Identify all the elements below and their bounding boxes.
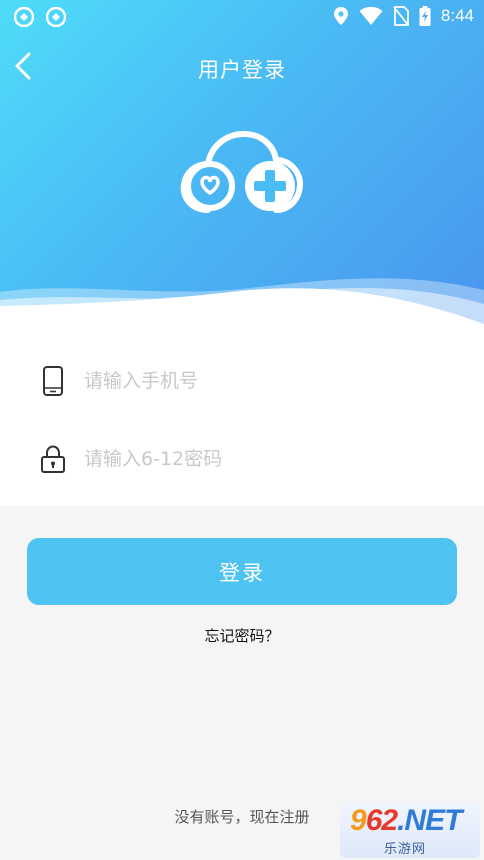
sync-icon	[46, 7, 66, 27]
phone-row	[0, 348, 484, 414]
watermark-subtitle: 乐游网	[384, 842, 427, 857]
lock-icon	[41, 445, 65, 473]
page-title: 用户登录	[198, 58, 286, 82]
location-icon	[333, 7, 348, 25]
status-time: 8:44	[440, 6, 474, 25]
watermark-part-c: .NET	[397, 804, 462, 837]
login-button[interactable]: 登录	[27, 538, 457, 605]
forgot-password-link[interactable]: 忘记密码？	[0, 625, 484, 646]
watermark-part-b: 62	[365, 804, 398, 837]
status-bar: 8:44	[0, 0, 484, 34]
header-banner: 8:44 用户登录	[0, 0, 484, 340]
watermark-text: 962.NET	[350, 804, 462, 838]
no-sim-icon	[393, 6, 409, 26]
wifi-icon	[359, 6, 383, 25]
login-form	[0, 340, 484, 506]
password-input[interactable]	[82, 438, 446, 480]
health-cloud-icon	[180, 130, 304, 213]
battery-charging-icon	[419, 6, 431, 26]
password-row	[0, 426, 484, 492]
sync-icon	[14, 7, 34, 27]
phone-icon	[43, 366, 63, 396]
watermark-part-a: 9	[350, 804, 367, 837]
watermark-logo: 962.NET 乐游网	[340, 802, 480, 858]
phone-input[interactable]	[82, 360, 446, 402]
